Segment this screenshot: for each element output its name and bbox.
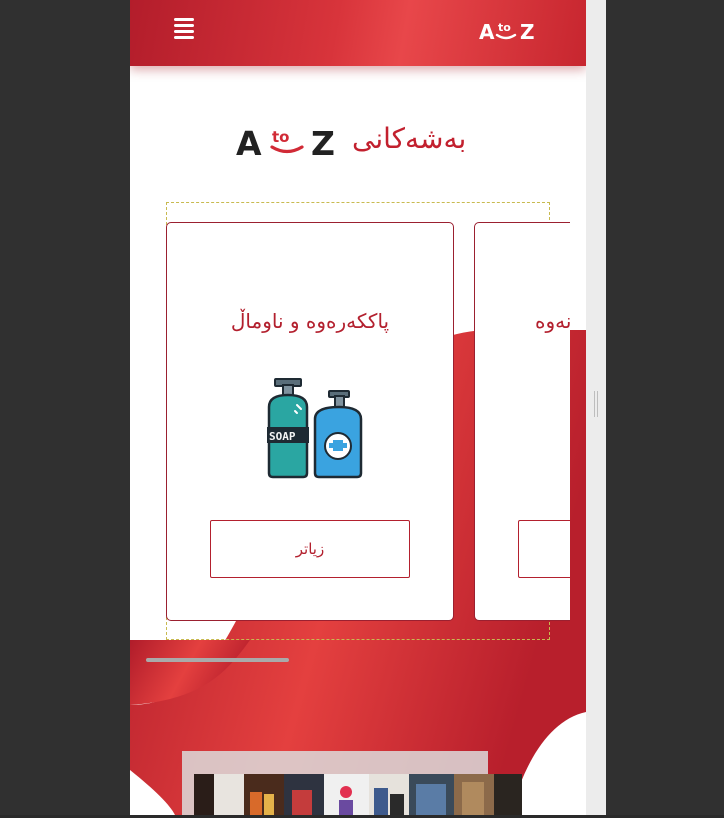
section-title: بەشەکانی bbox=[352, 122, 467, 155]
hamburger-menu-icon[interactable] bbox=[174, 18, 194, 39]
atoz-brand-logo: A to Z bbox=[236, 124, 335, 160]
svg-text:Z: Z bbox=[520, 20, 535, 44]
card-title: پاککەرەوە و ناوماڵ bbox=[230, 309, 390, 333]
svg-text:to: to bbox=[498, 21, 511, 34]
top-header: A to Z bbox=[130, 0, 586, 66]
svg-text:A: A bbox=[479, 20, 495, 44]
svg-text:Z: Z bbox=[311, 124, 335, 160]
page-viewport: A to Z A to Z بەشەکانی پاککەرەوە و ناوما… bbox=[130, 0, 586, 815]
categories-carousel[interactable]: پاککەرەوە و ناوماڵ SOAP زیاتر نەوە bbox=[166, 202, 570, 642]
resize-handle[interactable] bbox=[594, 391, 599, 417]
carousel-scrollbar[interactable] bbox=[146, 658, 289, 662]
svg-text:A: A bbox=[236, 124, 262, 160]
category-card[interactable]: پاککەرەوە و ناوماڵ SOAP زیاتر bbox=[166, 222, 454, 621]
more-button[interactable] bbox=[518, 520, 570, 578]
more-button[interactable]: زیاتر bbox=[210, 520, 410, 578]
category-card[interactable]: نەوە bbox=[474, 222, 570, 621]
soap-bottles-icon: SOAP bbox=[267, 378, 363, 479]
clothing-store-photo bbox=[194, 774, 522, 815]
svg-text:SOAP: SOAP bbox=[269, 430, 296, 443]
card-title: نەوە bbox=[535, 309, 570, 333]
atoz-logo-icon[interactable]: A to Z bbox=[479, 18, 541, 44]
svg-text:to: to bbox=[272, 128, 289, 146]
